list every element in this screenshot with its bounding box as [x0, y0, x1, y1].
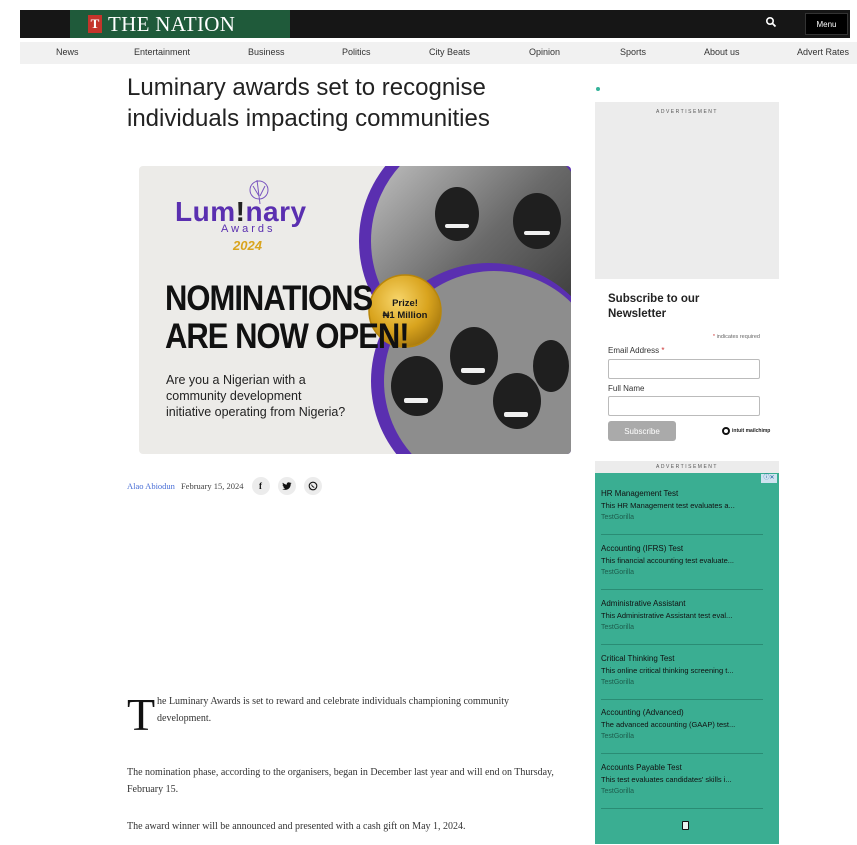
email-required-marker: * — [661, 346, 665, 355]
ad-close-icon[interactable]: ⓘ✕ — [761, 474, 777, 483]
ad-item-source: TestGorilla — [601, 569, 635, 576]
publish-date: February 15, 2024 — [180, 481, 244, 491]
ad-item-title: Accounting (Advanced) — [601, 708, 684, 717]
ad-item-desc: This online critical thinking screening … — [601, 666, 734, 675]
newsletter-title: Subscribe to our Newsletter — [608, 293, 700, 320]
ad-item-title: Accounts Payable Test — [601, 763, 682, 772]
advertisement-slot-1[interactable]: ADVERTISEMENT — [595, 102, 779, 279]
mailchimp-icon — [722, 427, 730, 435]
article-paragraph-3: The award winner will be announced and p… — [127, 821, 466, 832]
ad-item-title: Critical Thinking Test — [601, 654, 675, 663]
article-headline: Luminary awards set to recognise individ… — [127, 74, 490, 132]
full-name-field[interactable] — [608, 396, 760, 416]
email-label: Email Address * — [608, 346, 665, 355]
ad-item-desc: This test evaluates candidates' skills i… — [601, 775, 732, 784]
full-name-label: Full Name — [608, 384, 645, 393]
ad-item-title: Administrative Assistant — [601, 599, 686, 608]
ad-label: ADVERTISEMENT — [656, 109, 718, 115]
ad-item-desc: This Administrative Assistant test eval.… — [601, 611, 733, 620]
nav-item-business[interactable]: Business — [248, 47, 285, 57]
banner-question: Are you a Nigerian with a community deve… — [166, 373, 346, 419]
ad-item-source: TestGorilla — [601, 679, 635, 686]
ad-item-title: HR Management Test — [601, 489, 679, 498]
menu-button[interactable]: Menu — [805, 13, 848, 35]
advertisement-slot-2: ⓘ✕ HR Management Test This HR Management… — [595, 473, 779, 844]
ad-item-desc: The advanced accounting (GAAP) test... — [601, 720, 736, 729]
nav-item-about-us[interactable]: About us — [704, 47, 740, 57]
mailchimp-badge[interactable]: intuit mailchimp — [722, 427, 770, 435]
nav-item-advert-rates[interactable]: Advert Rates — [797, 47, 849, 57]
prize-amount: ₦1 Million — [382, 310, 428, 321]
nav-item-opinion[interactable]: Opinion — [529, 47, 560, 57]
ad-item-source: TestGorilla — [601, 514, 635, 521]
facebook-icon[interactable]: f — [251, 477, 270, 495]
logo-text: THE NATION — [108, 11, 236, 36]
email-label-text: Email Address — [608, 346, 660, 355]
drop-cap: T — [127, 689, 156, 740]
required-marker: * — [712, 334, 716, 340]
ad-divider — [601, 753, 763, 754]
required-note: * indicates required — [608, 334, 760, 340]
twitter-icon[interactable] — [277, 477, 296, 495]
ad-item-source: TestGorilla — [601, 733, 635, 740]
ad-divider — [601, 534, 763, 535]
email-field[interactable] — [608, 359, 760, 379]
ad-list-item[interactable]: Accounting (IFRS) Test This financial ac… — [601, 543, 769, 578]
ad-item-desc: This HR Management test evaluates a... — [601, 501, 735, 510]
ad-choices-icon[interactable] — [682, 821, 689, 830]
ad-item-title: Accounting (IFRS) Test — [601, 544, 684, 553]
ad-divider — [601, 589, 763, 590]
ad-list-item[interactable]: Critical Thinking Test This online criti… — [601, 653, 769, 688]
mailchimp-text: intuit mailchimp — [732, 428, 771, 434]
ad-list-item[interactable]: Accounts Payable Test This test evaluate… — [601, 762, 769, 797]
top-bar: T THE NATION Menu — [20, 10, 850, 38]
ad-label-2: ADVERTISEMENT — [595, 461, 779, 473]
ad-divider — [601, 644, 763, 645]
article-hero-image: Lum!nary Awards 2024 NOMINATIONS ARE NOW… — [139, 166, 571, 454]
search-icon[interactable] — [765, 16, 777, 28]
ad-divider — [601, 699, 763, 700]
subscribe-button[interactable]: Subscribe — [608, 421, 676, 441]
whatsapp-icon[interactable] — [303, 477, 322, 495]
nav-item-news[interactable]: News — [56, 47, 79, 57]
nav-item-entertainment[interactable]: Entertainment — [134, 47, 190, 57]
ad-item-desc: This financial accounting test evaluate.… — [601, 556, 734, 565]
ad-divider — [601, 808, 763, 809]
main-nav: News Entertainment Business Politics Cit… — [20, 42, 857, 64]
author-link[interactable]: Alao Abiodun — [127, 481, 175, 491]
sidebar-dot — [596, 87, 600, 91]
banner-heading-1: NOMINATIONS — [165, 278, 373, 319]
ad-item-source: TestGorilla — [601, 788, 635, 795]
required-note-text: indicates required — [716, 334, 760, 340]
banner-year: 2024 — [233, 238, 262, 253]
nav-item-sports[interactable]: Sports — [620, 47, 646, 57]
ad-list-item[interactable]: Administrative Assistant This Administra… — [601, 598, 769, 633]
banner-heading-2: ARE NOW OPEN! — [165, 316, 410, 357]
article-byline: Alao Abiodun February 15, 2024 f — [127, 477, 330, 495]
prize-label: Prize! — [392, 298, 418, 309]
site-logo[interactable]: T THE NATION — [70, 10, 290, 38]
ad-list-item[interactable]: HR Management Test This HR Management te… — [601, 488, 769, 523]
nav-item-city-beats[interactable]: City Beats — [429, 47, 470, 57]
logo-mark: T — [88, 15, 102, 33]
article-paragraph-1: he Luminary Awards is set to reward and … — [157, 696, 510, 724]
article-paragraph-2: The nomination phase, according to the o… — [127, 767, 554, 795]
nav-item-politics[interactable]: Politics — [342, 47, 371, 57]
ad-list-item[interactable]: Accounting (Advanced) The advanced accou… — [601, 707, 769, 742]
brand-subtitle: Awards — [221, 223, 276, 235]
ad-item-source: TestGorilla — [601, 624, 635, 631]
